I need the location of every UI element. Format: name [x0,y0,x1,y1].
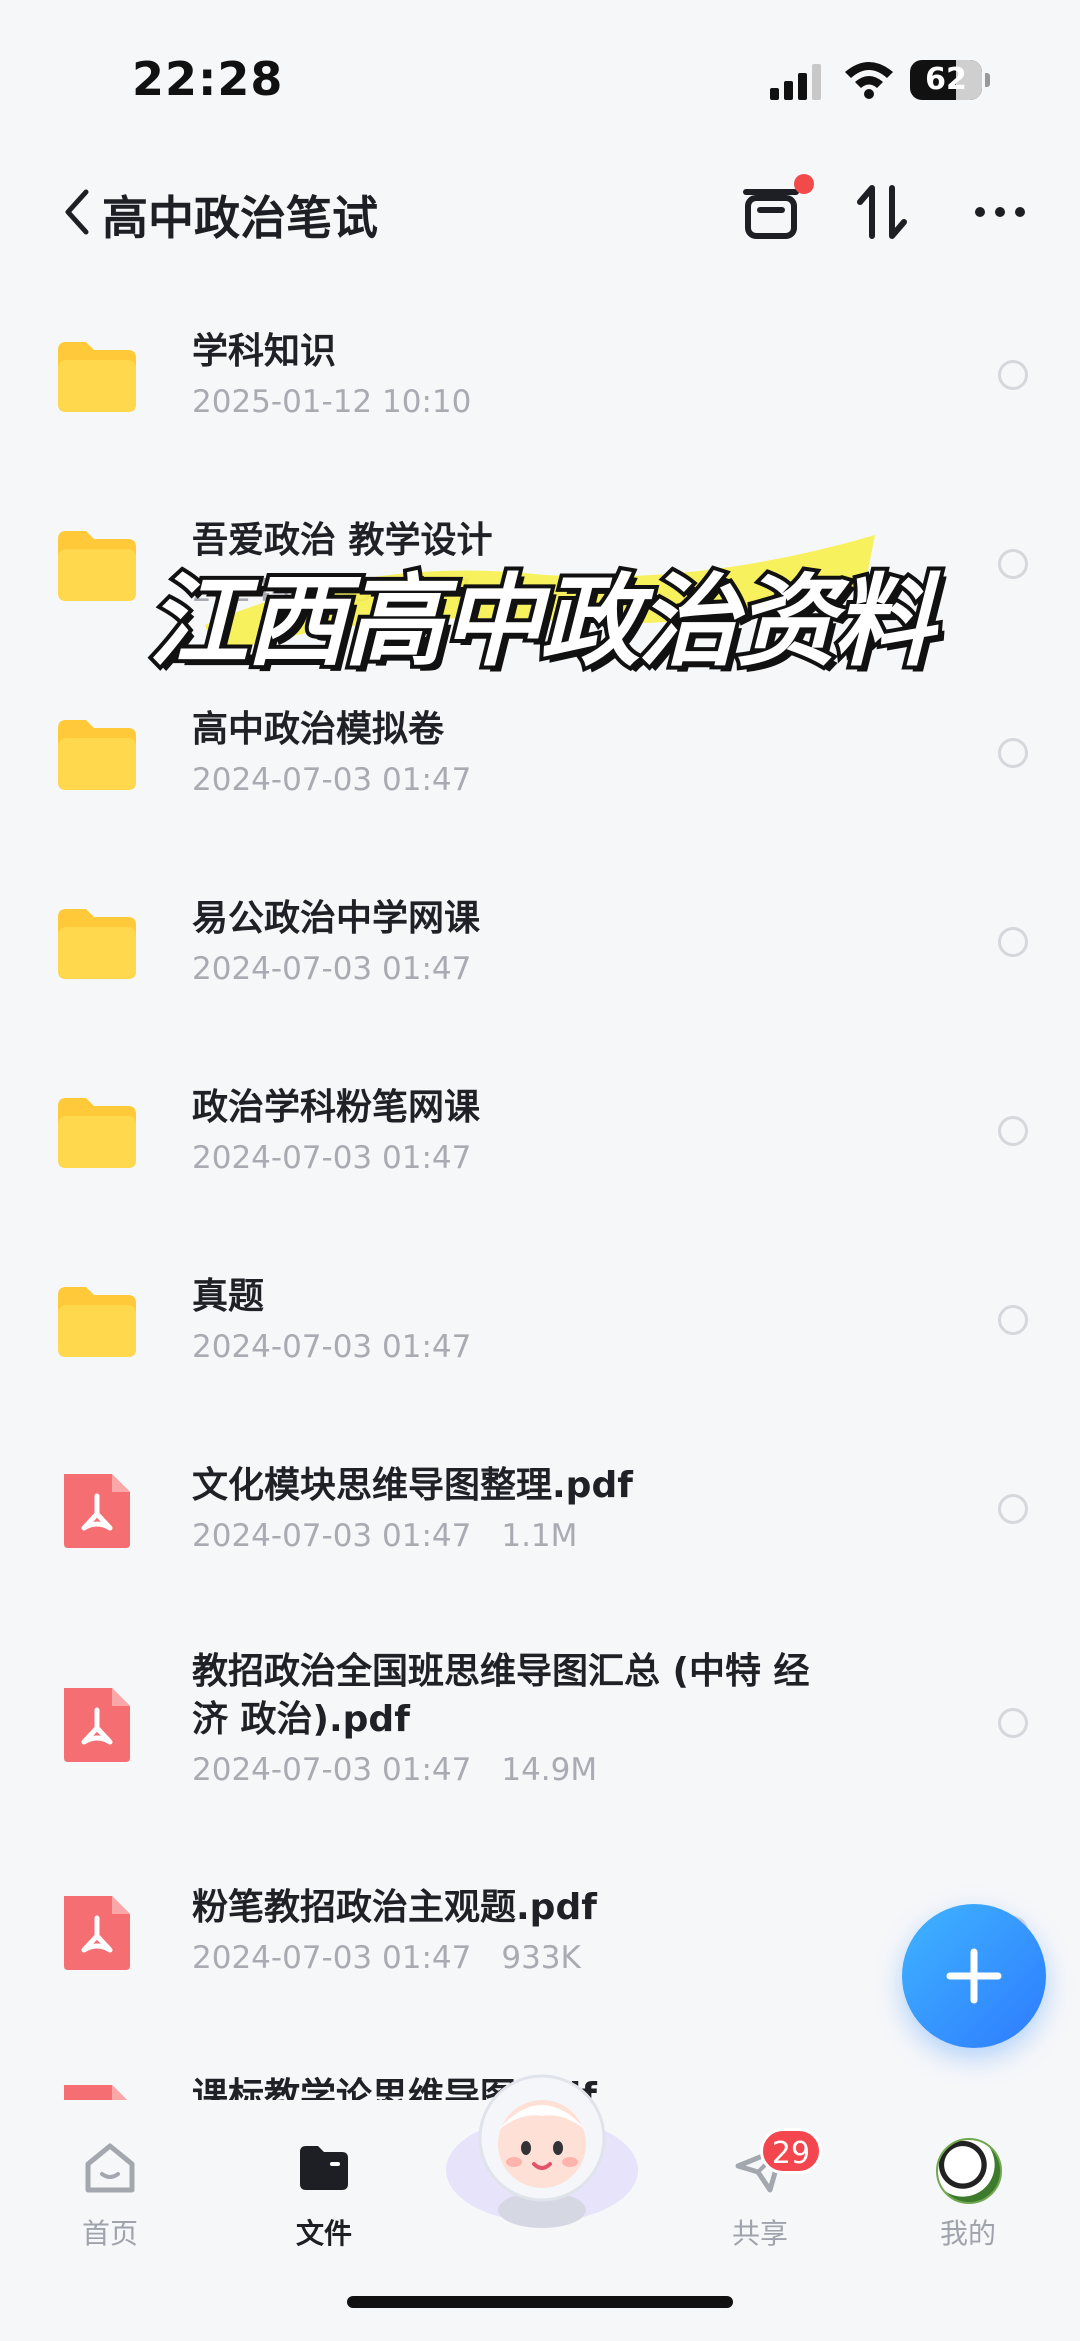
list-item[interactable]: 文化模块思维导图整理.pdf 2024-07-03 01:47 1.1M [0,1434,1080,1564]
list-item[interactable]: 教招政治全国班思维导图汇总 (中特 经 济 政治).pdf 2024-07-03… [0,1620,1080,1800]
more-options-icon[interactable] [970,180,1030,244]
file-date: 2025-01-12 10:10 [192,384,472,420]
mascot-assistant-icon[interactable] [442,2060,642,2230]
share-badge: 29 [760,2128,822,2174]
list-item[interactable]: 真题 2024-07-03 01:47 [0,1245,1080,1375]
file-name: 易公政治中学网课 [192,898,481,939]
avatar [936,2138,1002,2204]
tab-home[interactable]: 首页 [30,2120,190,2250]
file-name: 政治学科粉笔网课 [192,1087,481,1128]
cellular-signal-icon [770,64,821,100]
folder-icon [58,342,136,412]
file-meta: 2025-01-12 10:10 [192,384,471,420]
file-meta: 2024-07-03 01:47 1.1M [192,1518,577,1554]
select-checkbox[interactable] [998,1708,1028,1738]
wifi-icon [845,62,893,99]
battery-level: 62 [925,62,967,97]
folder-icon [300,2146,348,2190]
select-checkbox[interactable] [998,1494,1028,1524]
plus-icon [946,1948,1002,2004]
file-name: 文化模块思维导图整理.pdf [192,1465,633,1506]
tab-label: 文件 [295,2217,352,2250]
file-size: 1.1M [501,1518,578,1554]
list-item[interactable]: 易公政治中学网课 2024-07-03 01:47 [0,867,1080,997]
file-date: 2024-07-03 01:47 [192,1518,472,1554]
file-date: 2024-07-03 01:47 [192,1140,472,1176]
select-checkbox[interactable] [998,927,1028,957]
pdf-icon [64,1896,130,1970]
tab-share[interactable]: 29 共享 [680,2120,840,2250]
home-indicator [347,2296,733,2308]
select-checkbox[interactable] [998,360,1028,390]
file-size: 14.9M [501,1752,598,1788]
file-date: 2024-07-03 01:47 [192,1752,472,1788]
file-date: 2024-07-03 01:47 [192,951,472,987]
folder-icon [58,720,136,790]
tab-profile[interactable]: 我的 [888,2120,1048,2250]
page-title: 高中政治笔试 [102,191,378,245]
nav-bar: 高中政治笔试 [0,160,1080,270]
file-date: 2024-07-03 01:47 [192,1940,472,1976]
sort-icon[interactable] [852,180,912,244]
file-meta: 2024-07-03 01:47 933K [192,1940,581,1976]
file-size: 933K [501,1940,581,1976]
file-meta: 2024-07-03 01:47 [192,762,471,798]
back-chevron-icon[interactable] [58,182,98,242]
file-name: 学科知识 [192,331,337,372]
pdf-icon [64,1688,130,1762]
pdf-icon [64,2085,127,2100]
battery-indicator: 62 [910,60,990,100]
file-name: 真题 [192,1276,265,1317]
tab-label: 我的 [939,2217,996,2250]
status-time: 22:28 [132,52,284,106]
list-item[interactable]: 政治学科粉笔网课 2024-07-03 01:47 [0,1056,1080,1186]
file-meta: 2024-07-03 01:47 [192,1329,471,1365]
folder-icon [58,909,136,979]
tab-label: 首页 [81,2217,138,2250]
transfer-list-icon[interactable] [740,180,804,244]
select-checkbox[interactable] [998,1305,1028,1335]
tab-label: 共享 [731,2217,788,2250]
folder-icon [58,1287,136,1357]
tab-files[interactable]: 文件 [244,2120,404,2250]
folder-icon [58,1098,136,1168]
select-checkbox[interactable] [998,1116,1028,1146]
file-name: 粉笔教招政治主观题.pdf [192,1887,597,1928]
list-item[interactable]: 学科知识 2025-01-12 10:10 [0,300,1080,430]
overlay-caption: 江西高中政治资料 [144,559,938,684]
file-meta: 2024-07-03 01:47 14.9M [192,1752,597,1788]
select-checkbox[interactable] [998,738,1028,768]
file-name-line-1: 教招政治全国班思维导图汇总 (中特 经 [192,1651,810,1692]
file-meta: 2024-07-03 01:47 [192,951,471,987]
file-date: 2024-07-03 01:47 [192,762,472,798]
file-name-line-2: 济 政治).pdf [192,1699,410,1740]
notification-dot [794,174,814,194]
list-item[interactable]: 高中政治模拟卷 2024-07-03 01:47 [0,678,1080,808]
add-button[interactable] [902,1904,1046,2048]
file-meta: 2024-07-03 01:47 [192,1140,471,1176]
home-icon [85,2143,135,2193]
file-date: 2024-07-03 01:47 [192,1329,472,1365]
status-bar: 22:28 62 [0,0,1080,150]
file-name: 高中政治模拟卷 [192,709,445,750]
pdf-icon [64,1474,130,1548]
